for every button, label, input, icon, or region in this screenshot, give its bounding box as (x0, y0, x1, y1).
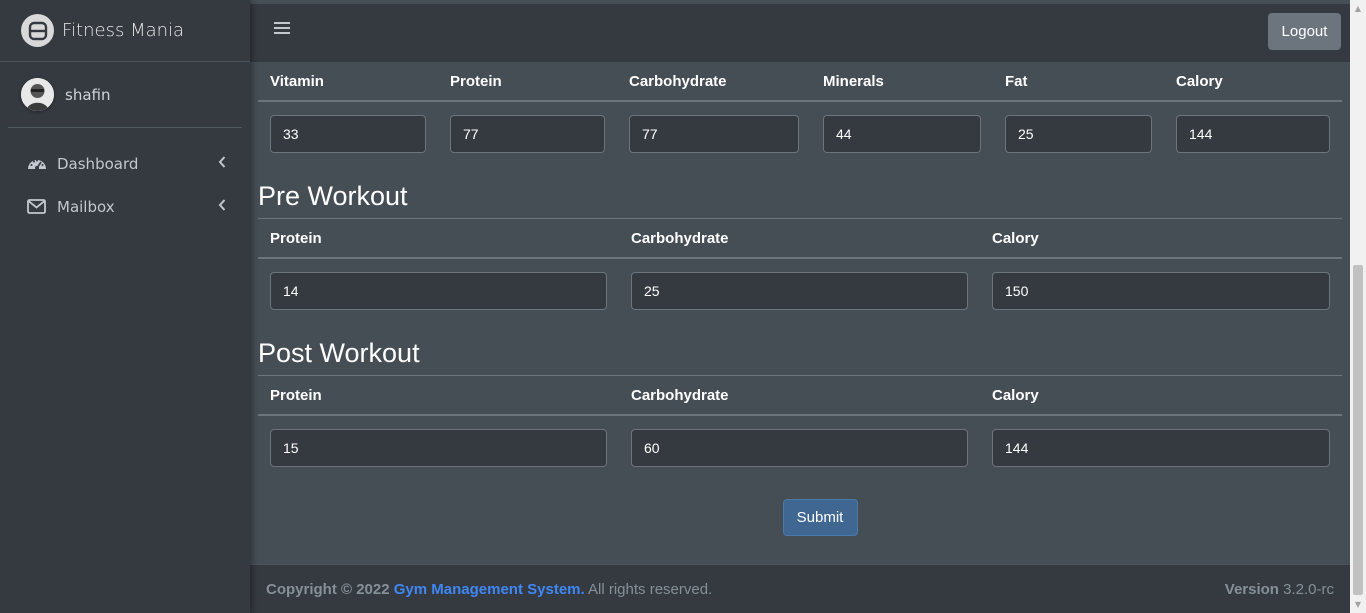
logout-button[interactable]: Logout (1268, 13, 1341, 50)
sidebar-item-label: Dashboard (57, 154, 139, 173)
sidebar-nav: Dashboard Mailbox (0, 128, 250, 228)
scroll-down-arrow-icon[interactable]: ▼ (1350, 596, 1366, 613)
scrollbar-thumb[interactable] (1353, 265, 1363, 595)
column-header: Carbohydrate (629, 72, 727, 90)
diet-form: Vitamin Protein Carbohydrate Minerals Fa… (258, 62, 1342, 564)
version-label: Version (1224, 580, 1279, 598)
chevron-left-icon (218, 155, 226, 172)
submit-wrapper: Submit (258, 499, 1342, 536)
column-header: Carbohydrate (631, 229, 729, 247)
brand-name: Fitness Mania (62, 20, 185, 41)
carbohydrate-field[interactable] (629, 115, 799, 153)
brand-link[interactable]: Fitness Mania (0, 0, 250, 62)
calory-field[interactable] (1176, 115, 1330, 153)
minerals-field[interactable] (823, 115, 981, 153)
avatar (21, 78, 54, 111)
envelope-icon (27, 197, 47, 217)
nutrition-header-row: Vitamin Protein Carbohydrate Minerals Fa… (258, 62, 1342, 102)
gym-management-link[interactable]: Gym Management System. (394, 581, 585, 598)
column-header: Calory (992, 386, 1039, 404)
page-scrollbar[interactable]: ▲ ▼ (1350, 0, 1366, 613)
sidebar-item-mailbox[interactable]: Mailbox (0, 185, 250, 228)
user-panel[interactable]: shafin (8, 62, 242, 128)
rights-text: All rights reserved. (588, 580, 713, 598)
sidebar-item-label: Mailbox (57, 197, 115, 216)
column-header: Fat (1005, 72, 1028, 90)
top-navbar: Logout (250, 0, 1350, 62)
column-header: Calory (992, 229, 1039, 247)
post-workout-header-row: Protein Carbohydrate Calory (258, 376, 1342, 416)
post-workout-input-row (258, 416, 1342, 480)
fitness-logo-icon (21, 14, 54, 47)
tachometer-icon (27, 154, 47, 174)
user-name: shafin (65, 85, 111, 104)
vitamin-field[interactable] (270, 115, 426, 153)
nutrition-input-row (258, 102, 1342, 166)
version-number: 3.2.0-rc (1283, 580, 1334, 598)
column-header: Calory (1176, 72, 1223, 90)
fat-field[interactable] (1005, 115, 1152, 153)
column-header: Protein (270, 386, 322, 404)
pre-workout-title: Pre Workout (258, 181, 408, 211)
pre-protein-field[interactable] (270, 272, 607, 310)
pre-calory-field[interactable] (992, 272, 1330, 310)
column-header: Vitamin (270, 72, 324, 90)
column-header: Protein (450, 72, 502, 90)
footer: Copyright © 2022 Gym Management System. … (250, 564, 1350, 613)
post-carbohydrate-field[interactable] (631, 429, 968, 467)
pre-carbohydrate-field[interactable] (631, 272, 968, 310)
protein-field[interactable] (450, 115, 605, 153)
post-calory-field[interactable] (992, 429, 1330, 467)
footer-version: Version 3.2.0-rc (1225, 581, 1334, 598)
chevron-left-icon (218, 198, 226, 215)
copyright-text: Copyright © 2022 (266, 580, 390, 598)
post-workout-title: Post Workout (258, 338, 420, 368)
pre-workout-header-row: Protein Carbohydrate Calory (258, 219, 1342, 259)
column-header: Protein (270, 229, 322, 247)
submit-button[interactable]: Submit (782, 499, 858, 536)
footer-copyright: Copyright © 2022 Gym Management System. … (266, 581, 712, 598)
scroll-up-arrow-icon[interactable]: ▲ (1350, 0, 1366, 17)
post-protein-field[interactable] (270, 429, 607, 467)
pre-workout-input-row (258, 259, 1342, 323)
sidebar: Fitness Mania shafin Dashboard Mailbox (0, 0, 250, 613)
sidebar-item-dashboard[interactable]: Dashboard (0, 142, 250, 185)
hamburger-menu-icon[interactable] (274, 22, 290, 38)
column-header: Minerals (823, 72, 884, 90)
column-header: Carbohydrate (631, 386, 729, 404)
